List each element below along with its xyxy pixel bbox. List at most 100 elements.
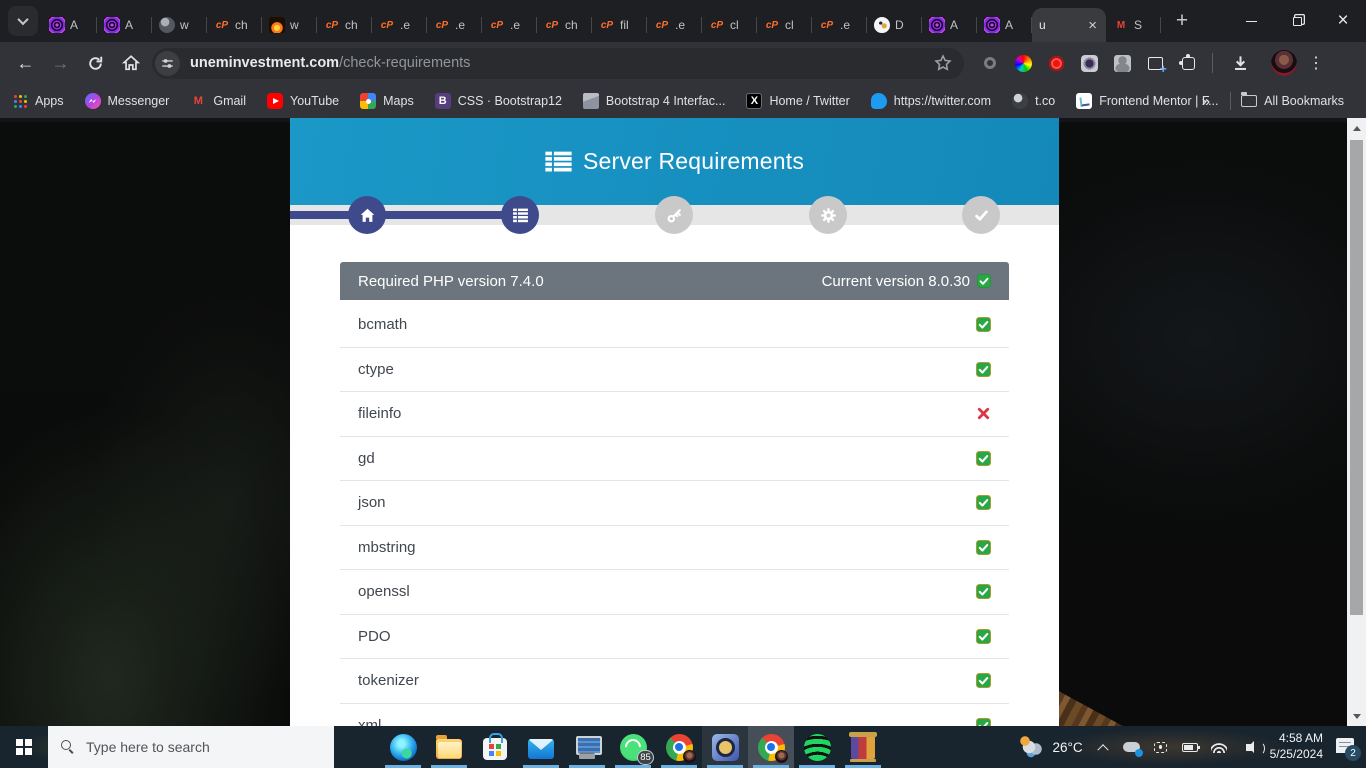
browser-tab[interactable]: cP cl × [757, 8, 812, 42]
browser-tab[interactable]: A × [922, 8, 977, 42]
tab-close-icon[interactable]: × [1086, 18, 1099, 33]
taskbar-app-button[interactable]: 85 [610, 726, 656, 768]
browser-tab[interactable]: w × [262, 8, 317, 42]
browser-tab[interactable]: w × [152, 8, 207, 42]
taskbar-app-button[interactable] [472, 726, 518, 768]
new-tab-button[interactable]: + [1167, 6, 1197, 36]
back-button[interactable]: ← [8, 46, 43, 80]
browser-menu-button[interactable]: ⋮ [1307, 53, 1325, 73]
profile-extension-icon[interactable] [1112, 53, 1132, 73]
tab-favicon: cP [214, 17, 230, 33]
scroll-up-button[interactable] [1347, 120, 1366, 136]
bookmark-label: https://twitter.com [894, 94, 991, 108]
bookmark-item[interactable]: Apps [12, 93, 64, 109]
taskbar-app-button[interactable] [334, 726, 380, 768]
browser-tab[interactable]: cP cl × [702, 8, 757, 42]
lens-extension-icon[interactable] [1079, 53, 1099, 73]
browser-tab[interactable]: M S × [1106, 8, 1161, 42]
address-bar[interactable]: uneminvestment.com/check-requirements [152, 48, 964, 79]
taskbar-app-button[interactable] [518, 726, 564, 768]
bookmark-item[interactable]: X Home / Twitter [746, 93, 849, 109]
bookmark-item[interactable]: B CSS · Bootstrap12 [435, 93, 562, 109]
taskbar-app-button[interactable] [564, 726, 610, 768]
action-center-button[interactable]: 2 [1334, 735, 1358, 759]
scrollbar-thumb[interactable] [1350, 140, 1363, 615]
restore-icon [1293, 17, 1302, 26]
check-step-icon [973, 207, 990, 224]
scroll-down-button[interactable] [1347, 708, 1366, 724]
bookmark-favicon [360, 93, 376, 109]
color-wheel-icon [1015, 55, 1032, 72]
restore-button[interactable] [1274, 0, 1320, 42]
home-button[interactable] [113, 46, 148, 80]
windows-taskbar: Type here to search [0, 726, 1366, 768]
profile-avatar[interactable] [1271, 50, 1297, 76]
reload-button[interactable] [78, 46, 113, 80]
tab-title: ch [235, 18, 255, 32]
tab-favicon: cP [489, 17, 505, 33]
forward-button[interactable]: → [43, 46, 78, 80]
battery-tray-icon[interactable] [1181, 738, 1199, 756]
browser-tab[interactable]: cP .e × [372, 8, 427, 42]
browser-tab[interactable]: cP ch × [207, 8, 262, 42]
taskbar-app-button[interactable] [794, 726, 840, 768]
bookmarks-overflow-button[interactable]: » [1192, 93, 1220, 110]
extension-ring-icon[interactable] [980, 53, 1000, 73]
onedrive-tray-icon[interactable] [1123, 738, 1141, 756]
browser-tab[interactable]: cP .e × [482, 8, 537, 42]
taskbar-app-button[interactable] [656, 726, 702, 768]
bookmark-item[interactable]: Maps [360, 93, 414, 109]
browser-tab[interactable]: cP .e × [427, 8, 482, 42]
bookmark-item[interactable]: YouTube [267, 93, 339, 109]
taskbar-app-button[interactable] [748, 726, 794, 768]
browser-tab[interactable]: u × [1032, 8, 1106, 42]
browser-tab[interactable]: cP fil × [592, 8, 647, 42]
list-step-icon [512, 207, 529, 224]
step-requirements [501, 196, 539, 234]
page-scrollbar[interactable] [1347, 118, 1366, 726]
taskbar-app-button[interactable] [380, 726, 426, 768]
browser-tab[interactable]: A × [97, 8, 152, 42]
browser-tab[interactable]: A × [42, 8, 97, 42]
extensions-menu-button[interactable] [1178, 53, 1198, 73]
taskbar-search-box[interactable]: Type here to search [48, 726, 334, 768]
capture-tray-icon[interactable] [1152, 738, 1170, 756]
tab-favicon: cP [819, 17, 835, 33]
taskbar-clock[interactable]: 4:58 AM 5/25/2024 [1270, 731, 1323, 762]
tab-search-button[interactable] [8, 6, 38, 36]
start-button[interactable] [0, 726, 48, 768]
bookmark-item[interactable]: t.co [1012, 93, 1055, 109]
volume-tray-icon[interactable] [1239, 738, 1259, 756]
puzzle-icon [1182, 57, 1195, 70]
browser-tab[interactable]: A × [977, 8, 1032, 42]
close-window-button[interactable]: × [1320, 0, 1366, 42]
extension-name: gd [358, 450, 375, 467]
page-viewport: Server Requirements [0, 118, 1366, 726]
url-path: /check-requirements [339, 55, 470, 71]
tab-title: S [1134, 18, 1154, 32]
browser-tab[interactable]: cP ch × [537, 8, 592, 42]
recorder-extension-icon[interactable] [1046, 53, 1066, 73]
bookmark-item[interactable]: M Gmail [190, 93, 246, 109]
browser-tab[interactable]: cP ch × [317, 8, 372, 42]
all-bookmarks-button[interactable]: All Bookmarks [1241, 94, 1344, 108]
wifi-tray-icon[interactable] [1210, 738, 1228, 756]
site-info-button[interactable] [155, 51, 180, 76]
browser-tab[interactable]: cP .e × [812, 8, 867, 42]
weather-widget[interactable]: 26°C [1018, 736, 1082, 758]
minimize-button[interactable] [1228, 0, 1274, 42]
bookmark-item[interactable]: Messenger [85, 93, 170, 109]
downloads-button[interactable] [1223, 46, 1258, 80]
taskbar-app-button[interactable] [702, 726, 748, 768]
browser-tab[interactable]: cP .e × [647, 8, 702, 42]
tray-expand-button[interactable] [1094, 738, 1112, 756]
bookmark-item[interactable]: Bootstrap 4 Interfac... [583, 93, 726, 109]
taskbar-app-button[interactable] [840, 726, 886, 768]
window-extension-icon[interactable] [1145, 53, 1165, 73]
browser-tab[interactable]: D × [867, 8, 922, 42]
bookmark-item[interactable]: https://twitter.com [871, 93, 991, 109]
bookmark-star-button[interactable] [934, 54, 952, 72]
taskbar-app-button[interactable] [426, 726, 472, 768]
color-wheel-extension-icon[interactable] [1013, 53, 1033, 73]
url-host: uneminvestment.com [190, 55, 339, 71]
